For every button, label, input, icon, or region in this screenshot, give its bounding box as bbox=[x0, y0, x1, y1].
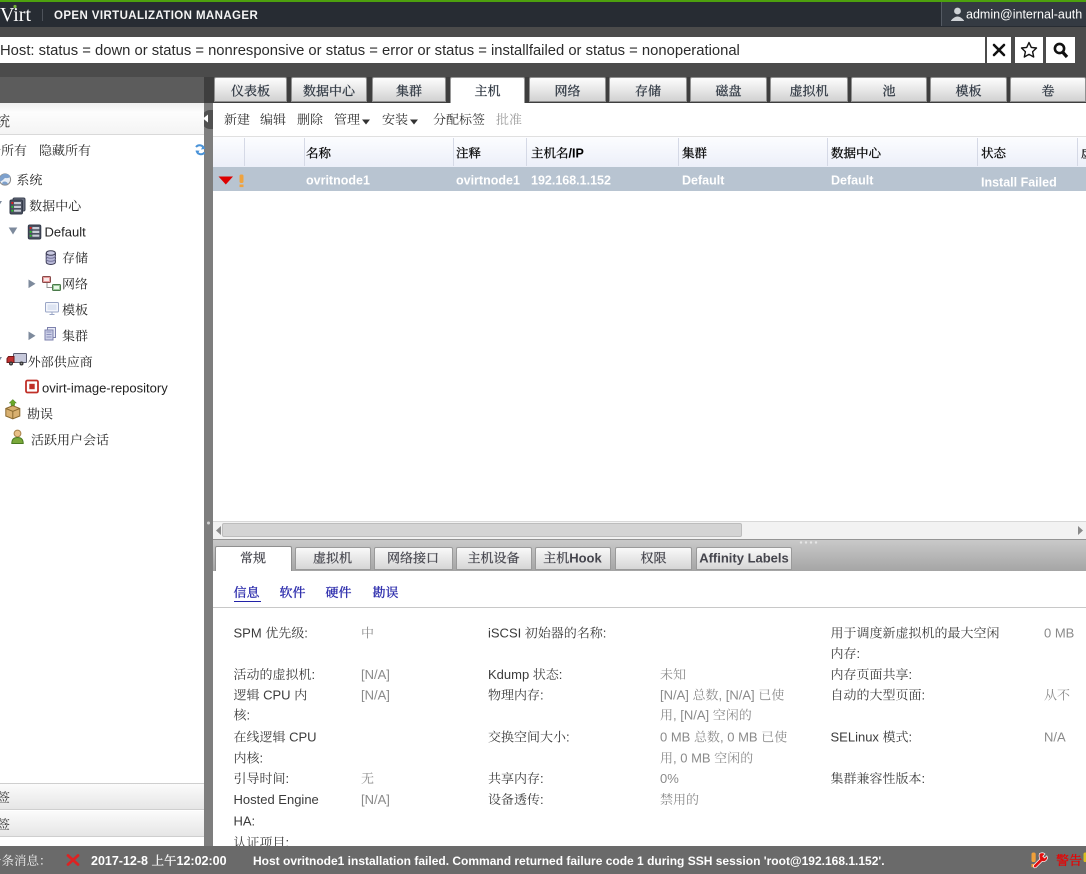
svg-text::: : bbox=[857, 646, 861, 661]
svg-text:0 MB: 0 MB bbox=[1044, 626, 1074, 641]
svg-text:Host ovritnode1 installation f: Host ovritnode1 installation failed. Com… bbox=[253, 854, 885, 868]
svg-text:SPM: SPM bbox=[234, 626, 266, 641]
svg-text:, [N/A]: , [N/A] bbox=[719, 688, 759, 703]
svg-text::: : bbox=[304, 626, 308, 641]
svg-text:[N/A]: [N/A] bbox=[660, 688, 693, 703]
svg-text:12:02:00: 12:02:00 bbox=[177, 854, 227, 868]
svg-text:ovirt-image-repository: ovirt-image-repository bbox=[42, 381, 168, 396]
svg-text::: : bbox=[286, 771, 290, 786]
svg-text:2017-12-8: 2017-12-8 bbox=[91, 854, 151, 868]
svg-text::: : bbox=[540, 771, 544, 786]
svg-text::: : bbox=[247, 708, 251, 723]
svg-text:Kdump: Kdump bbox=[488, 667, 533, 682]
svg-text:[N/A]: [N/A] bbox=[361, 792, 390, 807]
svg-text:0 MB: 0 MB bbox=[660, 730, 694, 745]
svg-text:ovritnode1: ovritnode1 bbox=[306, 174, 370, 188]
svg-text:CPU: CPU bbox=[286, 730, 317, 745]
svg-text:SELinux: SELinux bbox=[831, 730, 883, 745]
svg-text:, 0 MB: , 0 MB bbox=[673, 751, 714, 766]
svg-text:Default: Default bbox=[45, 225, 87, 240]
svg-text::: : bbox=[909, 667, 913, 682]
svg-text:ovirtnode1: ovirtnode1 bbox=[456, 174, 520, 188]
svg-text:[N/A]: [N/A] bbox=[361, 667, 390, 682]
svg-text::: : bbox=[566, 730, 570, 745]
svg-text::: : bbox=[603, 626, 607, 641]
svg-text::: : bbox=[260, 751, 264, 766]
svg-text:Hook: Hook bbox=[569, 551, 602, 566]
svg-text:Default: Default bbox=[682, 174, 725, 188]
svg-text:, 0 MB: , 0 MB bbox=[720, 730, 761, 745]
svg-text::: : bbox=[559, 667, 563, 682]
svg-text:192.168.1.152: 192.168.1.152 bbox=[531, 174, 611, 188]
svg-text:admin@internal-auth: admin@internal-auth bbox=[966, 8, 1082, 22]
svg-text::: : bbox=[922, 771, 926, 786]
svg-text:0%: 0% bbox=[660, 771, 679, 786]
svg-text::: : bbox=[540, 792, 544, 807]
svg-text:CPU: CPU bbox=[260, 688, 295, 703]
svg-text:HA:: HA: bbox=[234, 814, 256, 829]
svg-text:Host: status = down or status: Host: status = down or status = nonrespo… bbox=[0, 43, 740, 59]
svg-text:iSCSI: iSCSI bbox=[488, 626, 525, 641]
svg-text::: : bbox=[909, 730, 913, 745]
svg-text::: : bbox=[540, 688, 544, 703]
svg-text:Hosted Engine: Hosted Engine bbox=[234, 792, 319, 807]
svg-text:Install Failed: Install Failed bbox=[981, 176, 1057, 190]
svg-text:N/A: N/A bbox=[1044, 730, 1066, 745]
svg-text:Affinity Labels: Affinity Labels bbox=[699, 551, 789, 566]
svg-text:, [N/A]: , [N/A] bbox=[673, 708, 713, 723]
svg-text:/IP: /IP bbox=[569, 147, 584, 161]
svg-text:[N/A]: [N/A] bbox=[361, 688, 390, 703]
svg-text::: : bbox=[922, 688, 926, 703]
svg-text:OPEN VIRTUALIZATION MANAGER: OPEN VIRTUALIZATION MANAGER bbox=[54, 10, 258, 22]
svg-text::: : bbox=[312, 667, 316, 682]
svg-text:Default: Default bbox=[831, 174, 874, 188]
